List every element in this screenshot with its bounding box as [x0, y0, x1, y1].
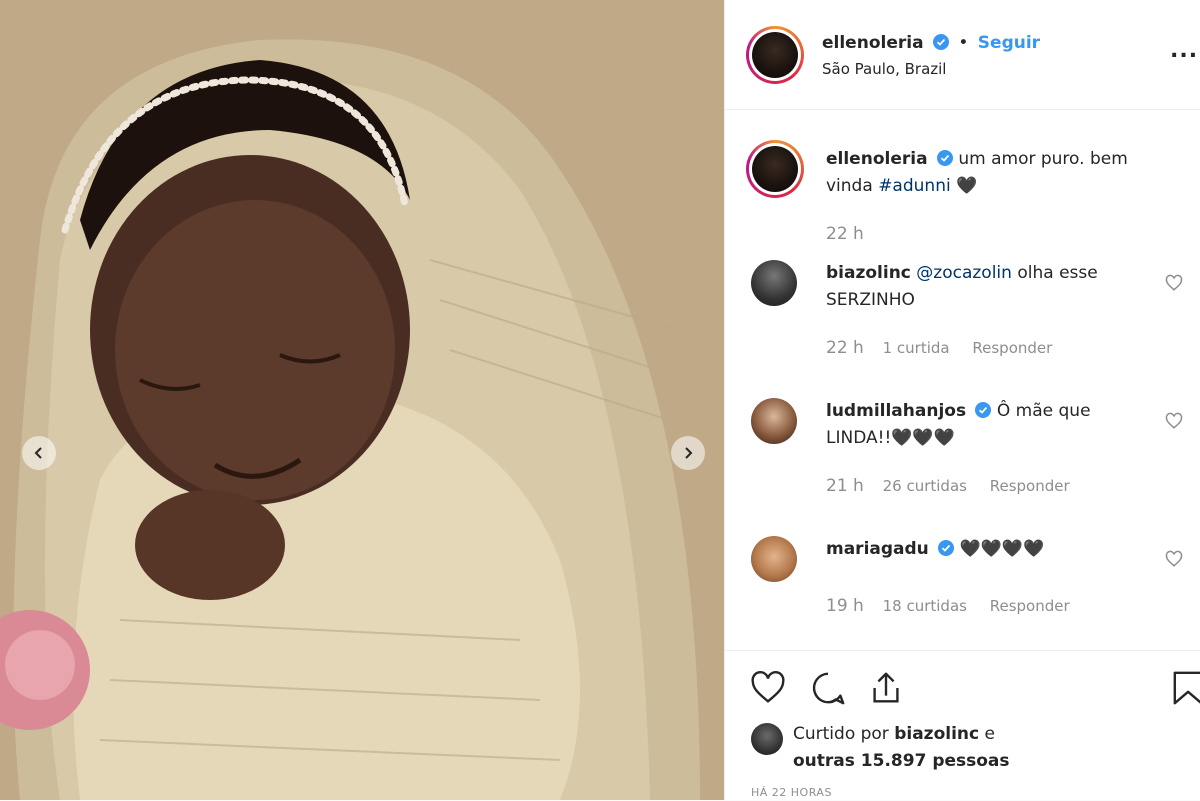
verified-icon: [938, 540, 955, 556]
caption-username[interactable]: ellenoleria: [826, 149, 928, 169]
post-timestamp[interactable]: HÁ 22 HORAS: [751, 786, 832, 799]
caption-time[interactable]: 22 h: [826, 224, 864, 244]
comment-time[interactable]: 21 h: [826, 476, 864, 496]
commenter-username[interactable]: biazolinc: [826, 263, 911, 283]
comment-likes[interactable]: 26 curtidas: [883, 477, 967, 495]
comments-section: ellenoleria um amor puro. bem vinda #adu…: [725, 110, 1200, 650]
comment-mention[interactable]: @zocazolin: [916, 263, 1012, 283]
liked-by-text: Curtido por biazolinc e outras 15.897 pe…: [793, 721, 1173, 775]
author-username[interactable]: ellenoleria: [822, 33, 924, 53]
post-location[interactable]: São Paulo, Brazil: [822, 60, 946, 78]
follow-button[interactable]: Seguir: [978, 33, 1040, 53]
reply-button[interactable]: Responder: [990, 597, 1070, 615]
author-line: ellenoleria • Seguir: [822, 33, 1040, 53]
post-actions: Curtido por biazolinc e outras 15.897 pe…: [725, 650, 1200, 801]
commenter-avatar[interactable]: [751, 398, 797, 444]
more-options-icon[interactable]: ...: [1170, 38, 1198, 63]
comment-text: ludmillahanjos Ô mãe que LINDA!!🖤🖤🖤: [826, 398, 1126, 452]
chevron-right-icon: [685, 447, 693, 459]
separator-dot: •: [958, 33, 969, 53]
comment-meta: 19 h 18 curtidas Responder: [826, 596, 1070, 616]
like-button[interactable]: [749, 669, 787, 707]
commenter-username[interactable]: mariagadu: [826, 539, 929, 559]
comment-icon[interactable]: [809, 669, 847, 707]
comment-time[interactable]: 22 h: [826, 338, 864, 358]
comment-likes[interactable]: 1 curtida: [883, 339, 950, 357]
verified-icon: [975, 402, 992, 418]
chevron-left-icon: [34, 447, 42, 459]
author-avatar[interactable]: [746, 26, 804, 84]
caption-emoji: 🖤: [956, 176, 978, 196]
baby-photo-illustration: [0, 0, 724, 800]
previous-photo-button[interactable]: [22, 436, 56, 470]
reply-button[interactable]: Responder: [972, 339, 1052, 357]
comment-meta: 21 h 26 curtidas Responder: [826, 476, 1070, 496]
post-header: ellenoleria • Seguir São Paulo, Brazil .…: [725, 0, 1200, 110]
heart-outline-icon[interactable]: [1165, 412, 1183, 430]
commenter-avatar[interactable]: [751, 260, 797, 306]
comment-text: mariagadu 🖤🖤🖤🖤: [826, 536, 1126, 563]
heart-outline-icon[interactable]: [1165, 274, 1183, 292]
verified-icon: [932, 34, 949, 50]
liked-by-username[interactable]: biazolinc: [894, 724, 979, 744]
caption: ellenoleria um amor puro. bem vinda #adu…: [826, 146, 1146, 200]
share-icon[interactable]: [867, 669, 905, 707]
bookmark-icon[interactable]: [1171, 669, 1200, 707]
comment-body: 🖤🖤🖤🖤: [959, 539, 1045, 559]
comment-likes[interactable]: 18 curtidas: [883, 597, 967, 615]
reply-button[interactable]: Responder: [990, 477, 1070, 495]
comment-time[interactable]: 19 h: [826, 596, 864, 616]
next-photo-button[interactable]: [671, 436, 705, 470]
commenter-username[interactable]: ludmillahanjos: [826, 401, 966, 421]
post-side-panel: ellenoleria • Seguir São Paulo, Brazil .…: [724, 0, 1200, 800]
comment-text: biazolinc @zocazolin olha esse SERZINHO: [826, 260, 1126, 314]
comment-meta: 22 h 1 curtida Responder: [826, 338, 1052, 358]
heart-outline-icon[interactable]: [1165, 550, 1183, 568]
verified-icon: [936, 150, 953, 166]
post-photo: [0, 0, 724, 800]
liked-by-prefix: Curtido por: [793, 724, 889, 744]
liked-by-others[interactable]: outras 15.897 pessoas: [793, 751, 1010, 771]
commenter-avatar[interactable]: [751, 536, 797, 582]
liker-avatar[interactable]: [751, 723, 783, 755]
caption-hashtag[interactable]: #adunni: [878, 176, 951, 196]
caption-avatar[interactable]: [746, 140, 804, 198]
liked-by-connector: e: [984, 724, 995, 744]
